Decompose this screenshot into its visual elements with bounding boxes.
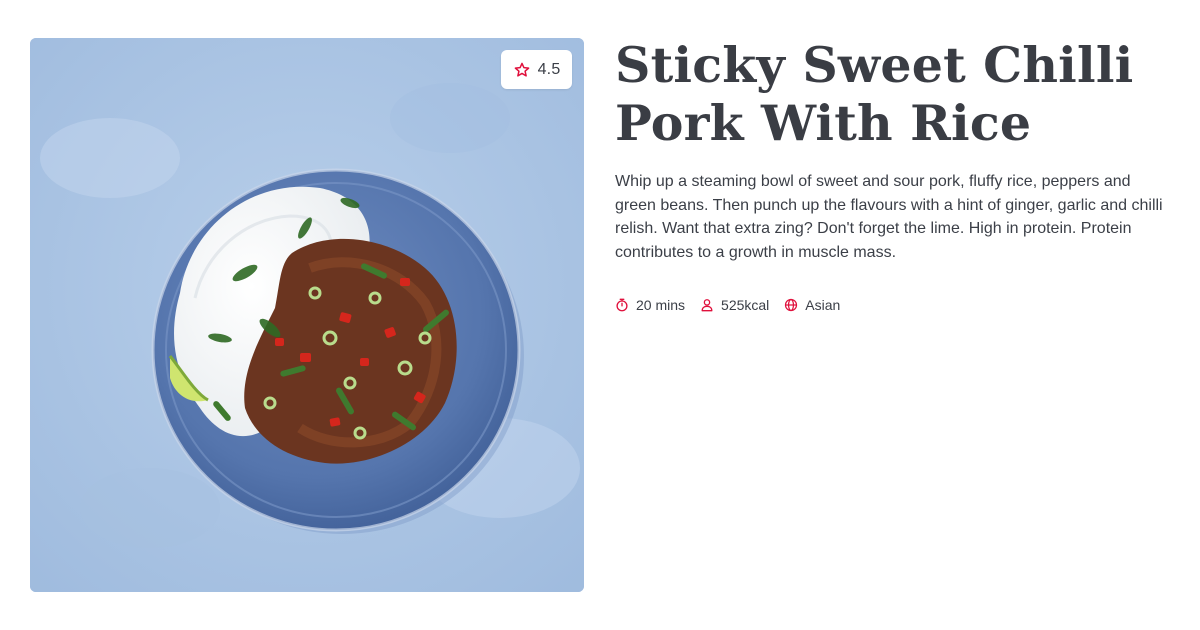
food-photo-illustration (30, 38, 584, 592)
recipe-description: Whip up a steaming bowl of sweet and sou… (615, 173, 1163, 261)
meta-time: 20 mins (615, 297, 685, 313)
recipe-photo (30, 38, 584, 592)
stopwatch-icon (616, 298, 628, 312)
meta-calories-value: 525kcal (721, 297, 770, 313)
recipe-meta: 20 mins 525kcal Asian (615, 297, 1175, 313)
rating-badge[interactable]: 4.5 (501, 50, 572, 89)
recipe-details: Sticky Sweet Chilli Pork With Rice Whip … (615, 36, 1175, 313)
meta-cuisine: Asian (784, 297, 840, 313)
rating-value: 4.5 (537, 60, 561, 78)
person-icon (701, 299, 713, 312)
meta-calories: 525kcal (700, 297, 769, 313)
globe-icon (785, 298, 798, 312)
meta-cuisine-value: Asian (805, 297, 841, 313)
recipe-title: Sticky Sweet Chilli Pork With Rice (615, 36, 1134, 152)
recipe-page: 4.5 Sticky Sweet Chilli Pork With Rice W… (0, 0, 1200, 630)
star-icon (514, 62, 529, 77)
meta-time-value: 20 mins (636, 297, 686, 313)
